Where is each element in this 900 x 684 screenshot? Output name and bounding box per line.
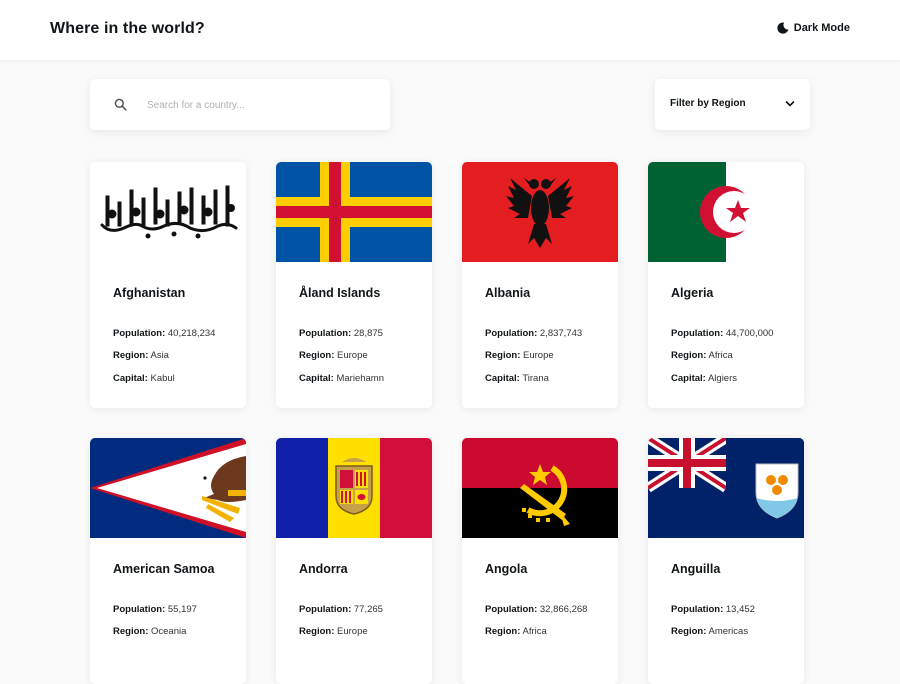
population-info: Population: 28,875 <box>299 328 383 339</box>
region-info: Region: Americas <box>671 626 749 637</box>
andorra-flag <box>276 438 432 538</box>
moon-icon <box>777 22 789 34</box>
albania-flag <box>462 162 618 262</box>
population-info: Population: 44,700,000 <box>671 328 774 339</box>
population-info: Population: 55,197 <box>113 604 197 615</box>
country-name: Anguilla <box>671 562 721 576</box>
capital-info: Capital: Kabul <box>113 373 175 384</box>
country-card-afghanistan[interactable]: Afghanistan Population: 40,218,234 Regio… <box>90 162 246 408</box>
capital-info: Capital: Algiers <box>671 373 738 384</box>
region-info: Region: Africa <box>485 626 547 637</box>
population-info: Population: 13,452 <box>671 604 755 615</box>
country-name: Åland Islands <box>299 286 381 300</box>
region-filter-dropdown[interactable]: Filter by Region <box>655 79 810 130</box>
country-name: Andorra <box>299 562 348 576</box>
aland-islands-flag <box>276 162 432 262</box>
angola-flag <box>462 438 618 538</box>
region-info: Region: Africa <box>671 350 733 361</box>
algeria-flag <box>648 162 804 262</box>
country-card-angola[interactable]: Angola Population: 32,866,268 Region: Af… <box>462 438 618 684</box>
region-info: Region: Europe <box>299 626 368 637</box>
top-header: Where in the world? Dark Mode <box>0 0 900 60</box>
region-info: Region: Asia <box>113 350 169 361</box>
country-name: Afghanistan <box>113 286 186 300</box>
country-name: Albania <box>485 286 531 300</box>
country-name: Algeria <box>671 286 714 300</box>
region-info: Region: Oceania <box>113 626 187 637</box>
country-card-algeria[interactable]: Algeria Population: 44,700,000 Region: A… <box>648 162 804 408</box>
search-input[interactable] <box>145 94 379 116</box>
country-name: Angola <box>485 562 528 576</box>
country-card-anguilla[interactable]: Anguilla Population: 13,452 Region: Amer… <box>648 438 804 684</box>
population-info: Population: 77,265 <box>299 604 383 615</box>
population-info: Population: 2,837,743 <box>485 328 583 339</box>
region-info: Region: Europe <box>485 350 554 361</box>
population-info: Population: 32,866,268 <box>485 604 588 615</box>
search-box[interactable] <box>90 79 390 130</box>
country-card-aland-islands[interactable]: Åland Islands Population: 28,875 Region:… <box>276 162 432 408</box>
afghanistan-flag <box>90 162 246 262</box>
american-samoa-flag <box>90 438 246 538</box>
filter-label: Filter by Region <box>670 98 746 109</box>
country-card-andorra[interactable]: Andorra Population: 77,265 Region: Europ… <box>276 438 432 684</box>
population-info: Population: 40,218,234 <box>113 328 216 339</box>
capital-info: Capital: Mariehamn <box>299 373 385 384</box>
country-card-albania[interactable]: Albania Population: 2,837,743 Region: Eu… <box>462 162 618 408</box>
country-name: American Samoa <box>113 562 215 576</box>
capital-info: Capital: Tirana <box>485 373 549 384</box>
region-info: Region: Europe <box>299 350 368 361</box>
app-title: Where in the world? <box>50 20 205 37</box>
dark-mode-label: Dark Mode <box>793 22 850 34</box>
anguilla-flag <box>648 438 804 538</box>
country-card-american-samoa[interactable]: American Samoa Population: 55,197 Region… <box>90 438 246 684</box>
dark-mode-toggle[interactable]: Dark Mode <box>777 22 850 34</box>
chevron-down-icon <box>785 101 795 107</box>
search-icon <box>114 98 127 111</box>
